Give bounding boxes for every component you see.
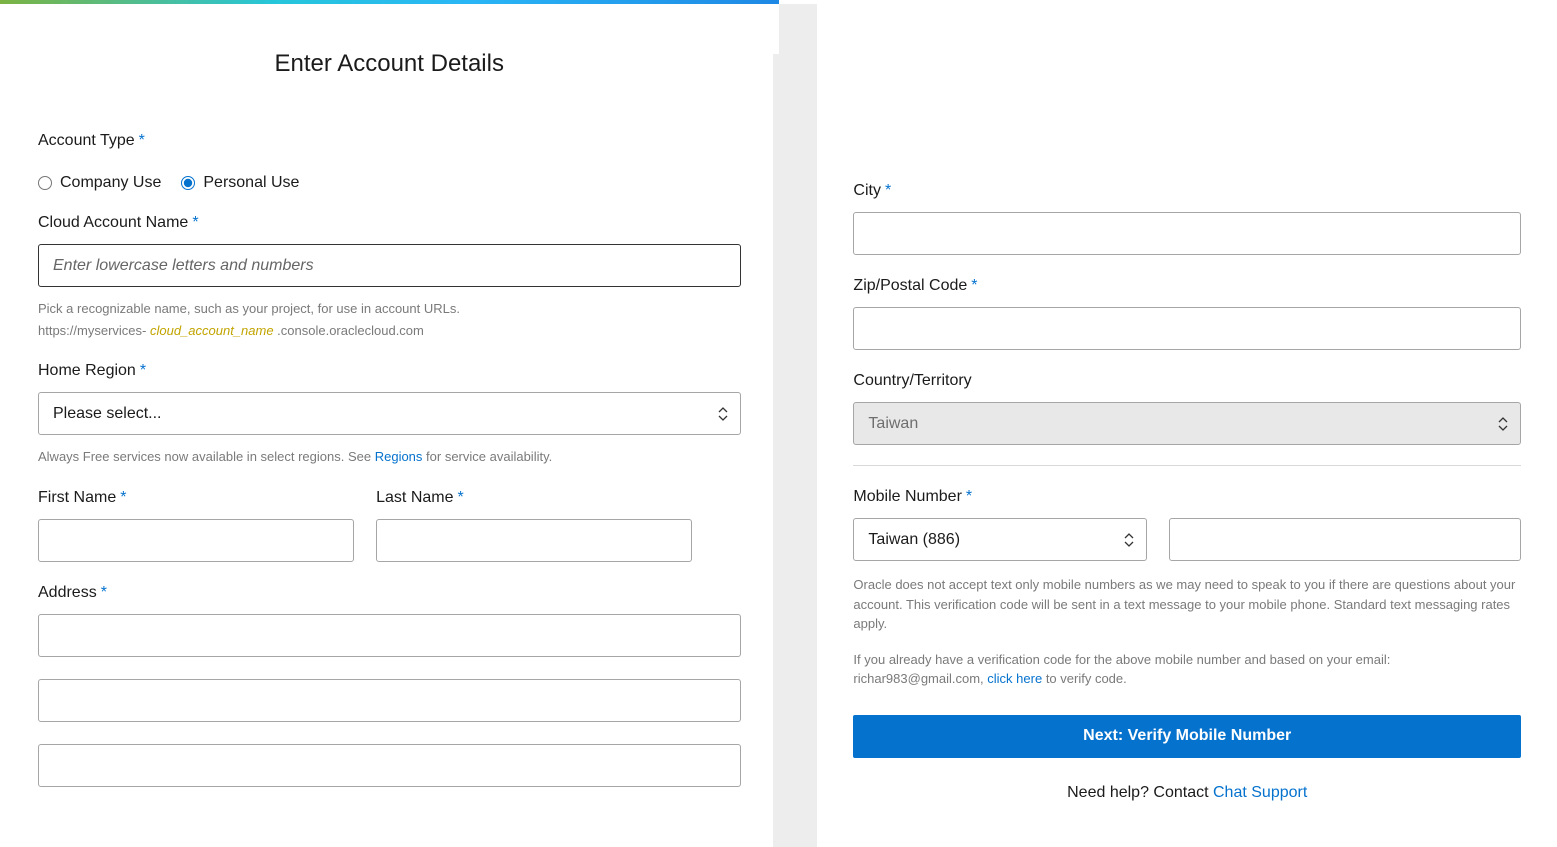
city-input[interactable] [853, 212, 1521, 255]
account-type-company-label: Company Use [60, 174, 161, 192]
right-panel: City* Zip/Postal Code* Country/Territory… [817, 4, 1557, 847]
home-region-label: Home Region* [38, 362, 146, 380]
address-line2-input[interactable] [38, 679, 741, 722]
account-type-personal-label: Personal Use [203, 174, 299, 192]
cloud-account-name-helper: Pick a recognizable name, such as your p… [38, 299, 741, 340]
mobile-number-input[interactable] [1169, 518, 1521, 561]
cloud-account-name-label: Cloud Account Name* [38, 214, 199, 232]
last-name-group: Last Name* [376, 489, 692, 562]
address-label: Address* [38, 584, 107, 602]
chevron-updown-icon [718, 407, 728, 421]
home-region-helper: Always Free services now available in se… [38, 447, 741, 467]
city-group: City* [853, 182, 1521, 255]
account-type-radios: Company Use Personal Use [38, 174, 741, 192]
help-line: Need help? Contact Chat Support [853, 784, 1521, 802]
address-group: Address* [38, 584, 741, 787]
address-line1-input[interactable] [38, 614, 741, 657]
first-name-group: First Name* [38, 489, 354, 562]
zip-label: Zip/Postal Code* [853, 277, 977, 295]
left-panel: Enter Account Details Account Type* Comp… [0, 4, 779, 847]
page-wrapper: Enter Account Details Account Type* Comp… [0, 4, 1557, 847]
first-name-label: First Name* [38, 489, 126, 507]
click-here-link[interactable]: click here [987, 671, 1042, 686]
city-label: City* [853, 182, 891, 200]
cloud-account-name-input[interactable] [38, 244, 741, 287]
zip-input[interactable] [853, 307, 1521, 350]
country-label: Country/Territory [853, 372, 971, 390]
name-row: First Name* Last Name* [38, 489, 741, 562]
right-gutter [779, 4, 818, 847]
account-type-personal-radio[interactable] [181, 176, 195, 190]
home-region-group: Home Region* Please select... Always Fre… [38, 362, 741, 467]
regions-link[interactable]: Regions [375, 449, 423, 464]
mobile-label: Mobile Number* [853, 488, 972, 506]
next-verify-mobile-button[interactable]: Next: Verify Mobile Number [853, 715, 1521, 758]
page-title: Enter Account Details [38, 50, 741, 78]
first-name-input[interactable] [38, 519, 354, 562]
account-type-group: Account Type* Company Use Personal Use [38, 132, 741, 192]
separator-line [853, 465, 1521, 466]
zip-group: Zip/Postal Code* [853, 277, 1521, 350]
chevron-updown-icon [1498, 417, 1508, 431]
address-line3-input[interactable] [38, 744, 741, 787]
panel-divider [773, 54, 779, 847]
country-select: Taiwan [853, 402, 1521, 445]
mobile-country-code-select[interactable]: Taiwan (886) [853, 518, 1147, 561]
last-name-input[interactable] [376, 519, 692, 562]
chevron-updown-icon [1124, 533, 1134, 547]
account-type-personal-option[interactable]: Personal Use [181, 174, 299, 192]
cloud-account-name-group: Cloud Account Name* Pick a recognizable … [38, 214, 741, 340]
mobile-fine-print-2: If you already have a verification code … [853, 650, 1521, 689]
mobile-group: Mobile Number* Taiwan (886) Oracle does … [853, 488, 1521, 689]
mobile-fine-print-1: Oracle does not accept text only mobile … [853, 575, 1521, 634]
account-type-company-option[interactable]: Company Use [38, 174, 161, 192]
last-name-label: Last Name* [376, 489, 464, 507]
country-group: Country/Territory Taiwan [853, 372, 1521, 445]
account-type-company-radio[interactable] [38, 176, 52, 190]
home-region-select[interactable]: Please select... [38, 392, 741, 435]
account-type-label: Account Type* [38, 132, 145, 150]
